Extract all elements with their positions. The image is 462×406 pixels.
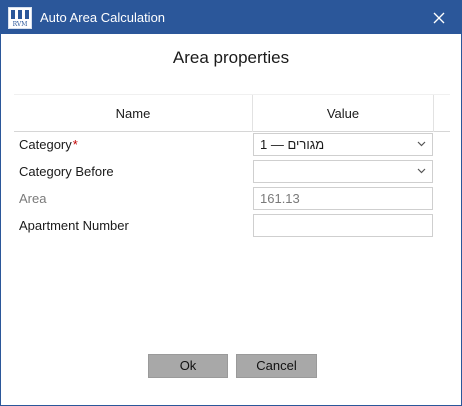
chevron-down-icon[interactable] (417, 168, 426, 174)
category-label-text: Category (19, 137, 72, 152)
grid-header: Name Value (14, 94, 450, 132)
property-label-area: Area (19, 191, 47, 206)
category-dropdown[interactable]: 1 — מגורים (253, 133, 433, 156)
properties-grid: Name Value Category* 1 — מגורים Category… (14, 94, 450, 240)
category-value: 1 — מגורים (260, 137, 325, 152)
property-label-category: Category* (19, 137, 78, 152)
dialog-window: RVM Auto Area Calculation Area propertie… (0, 0, 462, 406)
close-icon (433, 12, 445, 24)
property-row-apartment-number: Apartment Number (14, 213, 450, 240)
column-header-name[interactable]: Name (14, 95, 253, 132)
chevron-down-icon[interactable] (417, 141, 426, 147)
property-label-apartment-number: Apartment Number (19, 218, 129, 233)
ok-button[interactable]: Ok (148, 354, 228, 378)
category-before-dropdown[interactable] (253, 160, 433, 183)
title-bar[interactable]: RVM Auto Area Calculation (1, 1, 461, 34)
required-marker: * (72, 137, 78, 152)
property-label-category-before: Category Before (19, 164, 114, 179)
logo-text: RVM (13, 21, 28, 28)
area-value: 161.13 (260, 191, 300, 206)
app-logo-icon: RVM (8, 7, 32, 29)
property-row-category: Category* 1 — מגורים (14, 132, 450, 159)
cancel-button[interactable]: Cancel (236, 354, 317, 378)
column-header-value[interactable]: Value (253, 95, 434, 132)
dialog-heading: Area properties (172, 48, 290, 67)
area-field: 161.13 (253, 187, 433, 210)
window-title: Auto Area Calculation (40, 10, 166, 25)
property-row-category-before: Category Before (14, 159, 450, 186)
close-button[interactable] (417, 1, 461, 34)
property-row-area: Area 161.13 (14, 186, 450, 213)
apartment-number-input[interactable] (253, 214, 433, 237)
